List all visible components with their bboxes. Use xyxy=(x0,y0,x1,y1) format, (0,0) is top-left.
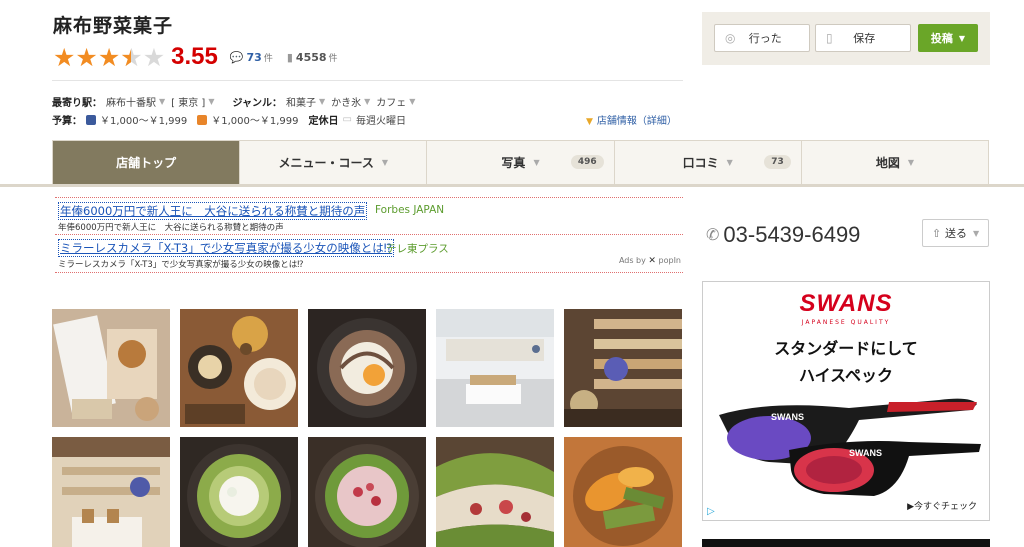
comment-icon: 💬 xyxy=(229,50,244,64)
holiday-label: 定休日 xyxy=(308,116,339,127)
post-button[interactable]: 投稿 ▼ xyxy=(918,24,978,52)
info-row-station-genre: 最寄り駅： 麻布十番駅 ▼ [ 東京 ] ▼ ジャンル： 和菓子 ▼ かき氷 ▼… xyxy=(52,94,421,109)
divider xyxy=(52,80,683,81)
share-icon: ⇧ xyxy=(931,226,942,240)
chevron-down-icon: ▼ xyxy=(907,158,914,167)
ad-title-link[interactable]: ミラーレスカメラ「X-T3」で少女写真家が撮る少女の映像とは⁉ xyxy=(58,239,395,257)
ad-source[interactable]: Forbes JAPAN xyxy=(375,204,444,216)
shop-name: 麻布野菜菓子 xyxy=(53,15,174,37)
ad-item: ミラーレスカメラ「X-T3」で少女写真家が撮る少女の映像とは⁉ テレ東プラス ミ… xyxy=(55,235,683,273)
send-button[interactable]: ⇧ 送る ▼ xyxy=(922,219,989,247)
ad-item: 年俸6000万円で新人王に 大谷に送られる称賛と期待の声 Forbes JAPA… xyxy=(55,197,683,235)
photo-thumbnail[interactable] xyxy=(308,309,426,427)
banner-copy: スタンダードにして xyxy=(774,339,918,358)
save-button[interactable]: ▯ 保存 xyxy=(815,24,911,52)
ad-description[interactable]: ミラーレスカメラ「X-T3」で少女写真家が撮る少女の映像とは⁉ xyxy=(58,258,304,270)
genre-label: ジャンル： xyxy=(232,98,282,109)
review-meta: 💬 73 件 ▮ 4558 件 xyxy=(229,50,338,64)
tab-reviews[interactable]: 口コミ ▼ 73 xyxy=(615,141,802,184)
area-link[interactable]: [ 東京 ] xyxy=(171,94,205,109)
chevron-down-icon: ▼ xyxy=(973,228,980,238)
empty-star-icon: ★ xyxy=(142,42,166,72)
ad-source[interactable]: テレ東プラス xyxy=(386,241,449,256)
photo-thumbnail[interactable] xyxy=(564,437,682,547)
dinner-icon xyxy=(86,114,96,125)
star-icon: ★ xyxy=(97,42,121,72)
station-label: 最寄り駅： xyxy=(52,98,102,109)
svg-text:SWANS: SWANS xyxy=(771,412,804,422)
budget-label: 予算： xyxy=(52,116,82,127)
genre-link[interactable]: 和菓子 xyxy=(286,94,316,109)
chevron-down-icon[interactable]: ▼ xyxy=(409,97,415,106)
photo-thumbnail[interactable] xyxy=(436,437,554,547)
budget-dinner: ￥1,000～￥1,999 xyxy=(100,116,188,127)
adchoices-icon[interactable]: ▷ xyxy=(707,506,715,517)
saved-count: 4558 xyxy=(295,50,327,64)
photo-grid xyxy=(52,309,684,547)
star-icon: ★ xyxy=(53,42,76,72)
info-row-budget: 予算： ￥1,000～￥1,999 ￥1,000～￥1,999 定休日 ▭ 毎週… xyxy=(52,112,416,127)
photos-count-badge: 496 xyxy=(570,155,604,169)
tab-top[interactable]: 店舗トップ xyxy=(53,141,241,184)
reviews-count[interactable]: 73 xyxy=(247,51,262,64)
photo-thumbnail[interactable] xyxy=(180,309,298,427)
action-box: ◎ 行った ▯ 保存 投稿 ▼ xyxy=(702,12,990,65)
star-icon: ★ xyxy=(75,42,98,72)
photo-thumbnail[interactable] xyxy=(564,309,682,427)
tab-underline xyxy=(0,184,1024,187)
chevron-down-icon[interactable]: ▼ xyxy=(364,97,370,106)
half-star-icon: ★ xyxy=(120,45,142,70)
phone-icon: ✆ xyxy=(706,227,720,244)
photo-thumbnail[interactable] xyxy=(52,309,170,427)
check-pin-icon: ◎ xyxy=(725,31,736,45)
chevron-down-icon[interactable]: ▼ xyxy=(208,97,214,106)
went-button[interactable]: ◎ 行った xyxy=(714,24,810,52)
tab-photos[interactable]: 写真 ▼ 496 xyxy=(427,141,615,184)
speech-bubble-icon: ▭ xyxy=(342,114,352,125)
chevron-down-icon: ▼ xyxy=(533,158,540,167)
phone-number[interactable]: ✆ 03-5439-6499 xyxy=(706,222,860,248)
budget-lunch: ￥1,000～￥1,999 xyxy=(211,116,299,127)
banner-cta[interactable]: ▶今すぐチェック xyxy=(907,499,977,512)
bookmark-icon: ▯ xyxy=(826,31,833,45)
lunch-icon xyxy=(197,114,208,125)
photo-thumbnail[interactable] xyxy=(180,437,298,547)
rating-row: ★ ★ ★ ★ ★ 3.55 💬 73 件 ▮ 4558 件 xyxy=(53,43,352,70)
ad-description[interactable]: 年俸6000万円で新人王に 大谷に送られる称賛と期待の声 xyxy=(58,221,284,233)
brand-logo: SWANS xyxy=(799,290,893,317)
next-banner-edge xyxy=(702,539,990,547)
brand-tagline: JAPANESE QUALITY xyxy=(801,319,891,326)
svg-text:SWANS: SWANS xyxy=(849,448,882,458)
popin-logo-icon: ✕ xyxy=(648,256,656,266)
shop-info-link[interactable]: ▼ 店舗情報（詳細） xyxy=(586,112,677,127)
bookmark-icon: ▮ xyxy=(286,50,293,64)
banner-copy: ハイスペック xyxy=(798,366,894,385)
photo-thumbnail[interactable] xyxy=(52,437,170,547)
holiday-value: 毎週火曜日 xyxy=(355,116,406,127)
chevron-down-icon: ▼ xyxy=(381,158,389,167)
genre-link[interactable]: カフェ xyxy=(376,94,406,109)
photo-thumbnail[interactable] xyxy=(308,437,426,547)
chevron-down-icon: ▼ xyxy=(726,158,733,167)
chevron-down-icon: ▼ xyxy=(958,33,966,43)
rating-score: 3.55 xyxy=(171,43,218,70)
arrow-down-icon: ▼ xyxy=(586,117,593,127)
chevron-down-icon[interactable]: ▼ xyxy=(319,97,325,106)
chevron-down-icon[interactable]: ▼ xyxy=(159,97,165,106)
ad-title-link[interactable]: 年俸6000万円で新人王に 大谷に送られる称賛と期待の声 xyxy=(58,202,368,220)
photo-thumbnail[interactable] xyxy=(436,309,554,427)
rating-stars: ★ ★ ★ ★ ★ xyxy=(53,45,165,70)
ad-list: 年俸6000万円で新人王に 大谷に送られる称賛と期待の声 Forbes JAPA… xyxy=(55,197,683,273)
reviews-count-badge: 73 xyxy=(764,155,791,169)
ads-by-label[interactable]: Ads by ✕ popIn xyxy=(619,256,681,266)
banner-ad[interactable]: SWANS JAPANESE QUALITY スタンダードにして ハイスペック … xyxy=(702,281,990,521)
tab-map[interactable]: 地図 ▼ xyxy=(802,141,988,184)
nav-tabs: 店舗トップ メニュー・コース ▼ 写真 ▼ 496 口コミ ▼ 73 地図 ▼ xyxy=(52,140,989,184)
sunglasses-image: SWANS SWANS xyxy=(719,398,981,496)
station-link[interactable]: 麻布十番駅 xyxy=(106,94,156,109)
genre-link[interactable]: かき氷 xyxy=(331,94,361,109)
tab-menu[interactable]: メニュー・コース ▼ xyxy=(240,141,428,184)
